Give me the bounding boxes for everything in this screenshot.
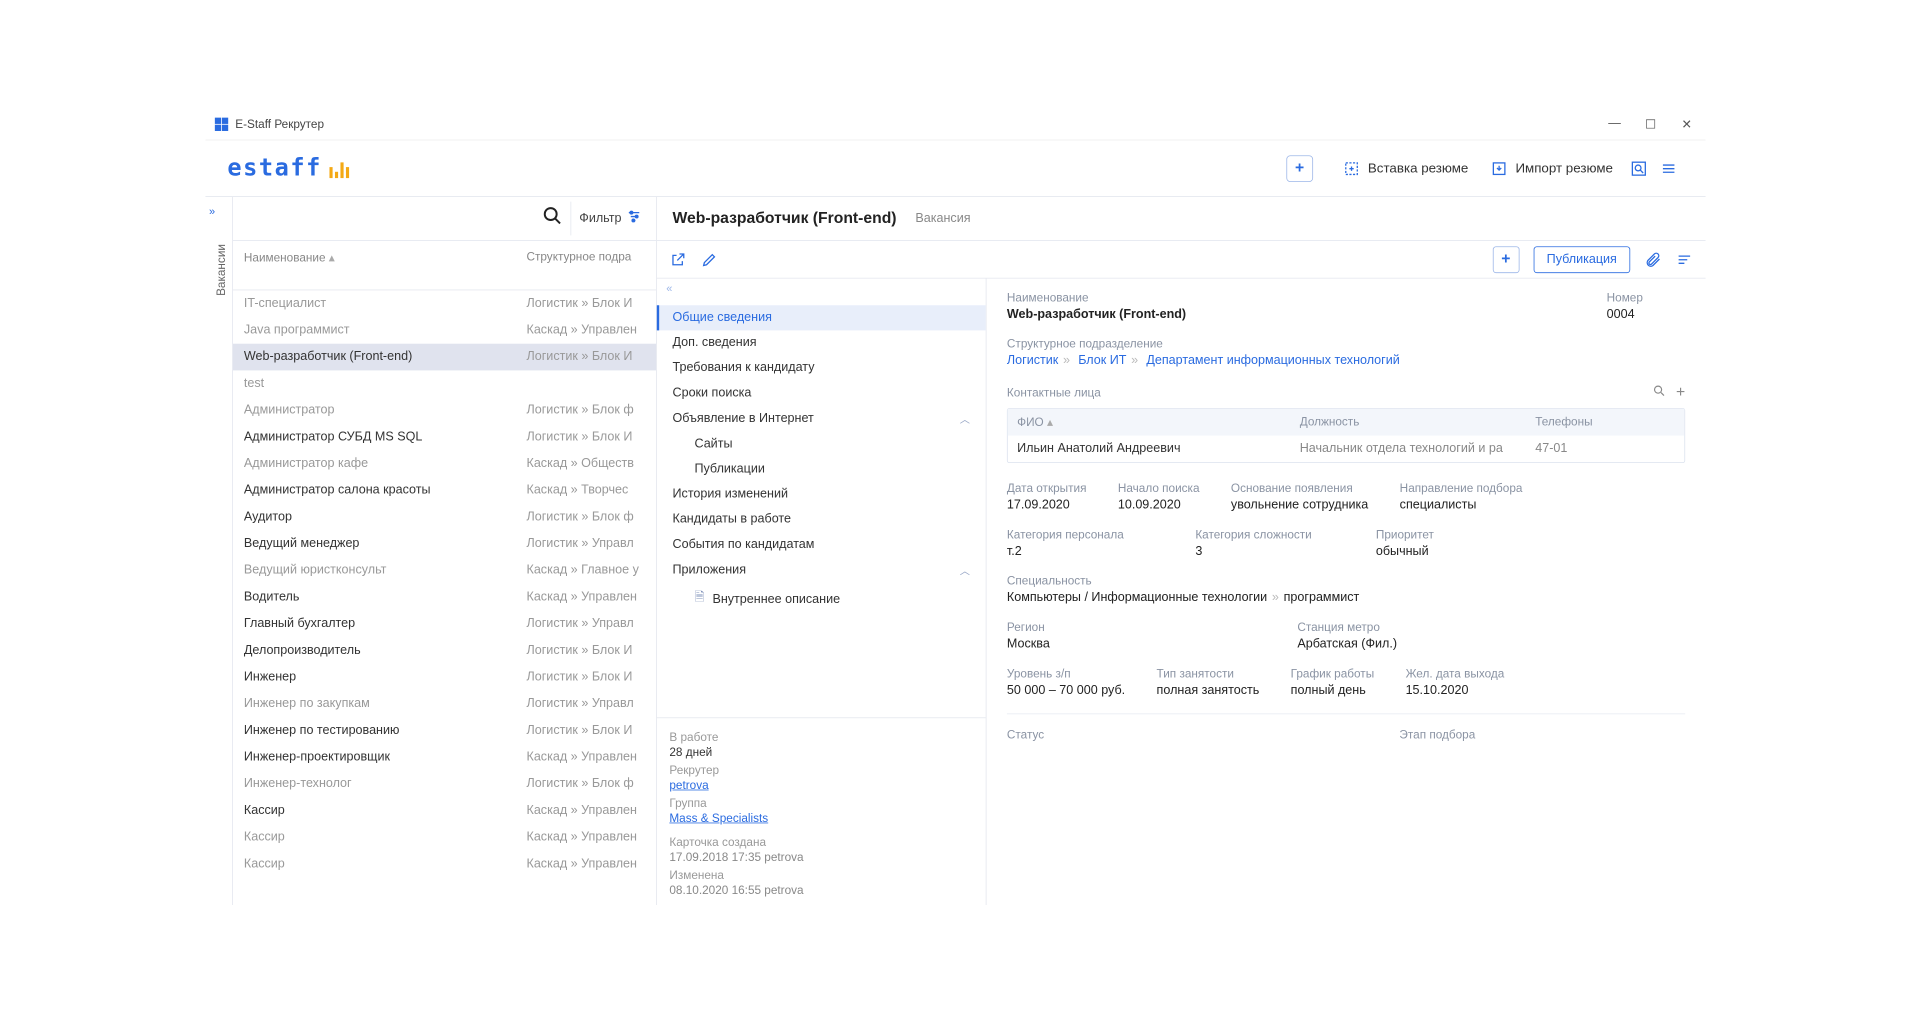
filter-icon [626, 209, 642, 229]
vacancy-row[interactable]: ИнженерЛогистик » Блок И [233, 664, 656, 691]
nav-item[interactable]: Объявление в Интернет︿ [657, 406, 986, 432]
vacancy-row[interactable]: Ведущий юристконсультКаскад » Главное у [233, 557, 656, 584]
contacts-add-icon[interactable]: + [1676, 384, 1685, 402]
import-resume-button[interactable]: Импорт резюме [1479, 155, 1624, 182]
close-button[interactable]: ✕ [1677, 116, 1696, 132]
vacancy-row[interactable]: Администратор СУБД MS SQLЛогистик » Блок… [233, 424, 656, 451]
import-resume-label: Импорт резюме [1515, 160, 1612, 176]
nav-meta: В работе 28 дней Рекрутер petrova Группа… [657, 717, 986, 905]
nav-item[interactable]: Сайты [657, 432, 986, 457]
chevron-up-icon: ︿ [960, 411, 970, 426]
window-titlebar: E-Staff Рекрутер ― ☐ ✕ [205, 109, 1705, 140]
vacancy-number: 0004 [1607, 308, 1686, 322]
vacancy-row[interactable]: Администратор салона красотыКаскад » Тво… [233, 477, 656, 504]
insert-resume-button[interactable]: Вставка резюме [1332, 155, 1480, 182]
logo-text: estaff [227, 155, 321, 182]
group-link[interactable]: Mass & Specialists [669, 812, 973, 825]
list-body: IT-специалистЛогистик » Блок ИJava прогр… [233, 290, 656, 905]
vacancy-row[interactable]: АудиторЛогистик » Блок ф [233, 504, 656, 531]
nav-item[interactable]: 🗎Внутреннее описание [657, 583, 986, 615]
nav-item[interactable]: Требования к кандидату [657, 355, 986, 380]
ct-col-pos[interactable]: Должность [1300, 415, 1536, 429]
nav-item[interactable]: Сроки поиска [657, 381, 986, 406]
vacancy-row[interactable]: test [233, 370, 656, 397]
col-dept[interactable]: Структурное подра [526, 250, 645, 264]
vacancy-row[interactable]: ВодительКаскад » Управлен [233, 584, 656, 611]
search-advanced-icon [1630, 160, 1647, 177]
logo-bars-icon [330, 159, 350, 178]
vacancy-list-pane: Фильтр Наименование ▴ Структурное подра … [233, 197, 657, 905]
collapse-nav-icon[interactable]: « [657, 279, 986, 303]
open-external-icon[interactable] [669, 251, 686, 268]
nav-item[interactable]: Доп. сведения [657, 330, 986, 355]
publish-button[interactable]: Публикация [1533, 246, 1630, 273]
vacancy-name: Web-разработчик (Front-end) [1007, 308, 1575, 322]
vacancy-row[interactable]: КассирКаскад » Управлен [233, 851, 656, 878]
detail-title: Web-разработчик (Front-end) [673, 209, 897, 227]
ct-col-tel[interactable]: Телефоны [1535, 415, 1675, 429]
vacancy-row[interactable]: Ведущий менеджерЛогистик » Управл [233, 531, 656, 558]
detail-add-button[interactable]: + [1493, 246, 1520, 273]
vacancy-row[interactable]: Инженер по закупкамЛогистик » Управл [233, 691, 656, 718]
contact-row[interactable]: Ильин Анатолий Андреевич Начальник отдел… [1008, 436, 1685, 463]
insert-resume-label: Вставка резюме [1368, 160, 1468, 176]
vacancy-row[interactable]: Java программистКаскад » Управлен [233, 317, 656, 344]
insert-resume-icon [1343, 160, 1360, 177]
sidebar-collapsed[interactable]: » Вакансии [205, 197, 232, 905]
edit-icon[interactable] [701, 251, 718, 268]
nav-item[interactable]: Общие сведения [657, 305, 986, 330]
vacancy-row[interactable]: КассирКаскад » Управлен [233, 797, 656, 824]
document-icon: 🗎 [694, 589, 704, 610]
nav-tree: Общие сведенияДоп. сведенияТребования к … [657, 302, 986, 717]
sidebar-tab-label: Вакансии [215, 244, 228, 296]
app-icon [215, 117, 229, 131]
import-resume-icon [1490, 160, 1507, 177]
contacts-table: ФИО ▴ Должность Телефоны Ильин Анатолий … [1007, 408, 1685, 463]
vacancy-row[interactable]: АдминистраторЛогистик » Блок ф [233, 397, 656, 424]
vacancy-row[interactable]: Главный бухгалтерЛогистик » Управл [233, 611, 656, 638]
detail-nav-pane: « Общие сведенияДоп. сведенияТребования … [657, 279, 987, 905]
detail-toolbar: + Публикация [657, 241, 1706, 279]
topbar: estaff + Вставка резюме Импорт резюме [205, 140, 1705, 197]
list-header: Наименование ▴ Структурное подра [233, 241, 656, 290]
menu-button[interactable] [1654, 155, 1684, 182]
recruiter-link[interactable]: petrova [669, 779, 973, 792]
minimize-button[interactable]: ― [1605, 116, 1624, 132]
add-button[interactable]: + [1286, 155, 1313, 182]
nav-item[interactable]: Приложения︿ [657, 557, 986, 583]
advanced-search-button[interactable] [1624, 155, 1654, 182]
search-icon[interactable] [542, 206, 562, 232]
lines-icon[interactable] [1676, 251, 1693, 268]
menu-icon [1660, 160, 1677, 177]
ct-col-fio[interactable]: ФИО ▴ [1017, 415, 1300, 429]
chevron-up-icon: ︿ [960, 563, 970, 578]
col-name[interactable]: Наименование ▴ [244, 250, 527, 264]
detail-info-pane: Наименование Web-разработчик (Front-end)… [987, 279, 1706, 905]
dept-breadcrumb: Логистик» Блок ИТ» Департамент информаци… [1007, 354, 1685, 368]
search-input[interactable] [244, 212, 542, 225]
vacancy-row[interactable]: ДелопроизводительЛогистик » Блок И [233, 637, 656, 664]
nav-item[interactable]: Кандидаты в работе [657, 507, 986, 532]
vacancy-row[interactable]: Web-разработчик (Front-end)Логистик » Бл… [233, 344, 656, 371]
nav-item[interactable]: События по кандидатам [657, 532, 986, 557]
detail-subtitle: Вакансия [915, 211, 970, 225]
filter-label: Фильтр [579, 211, 621, 225]
vacancy-row[interactable]: КассирКаскад » Управлен [233, 824, 656, 851]
nav-item[interactable]: Публикации [657, 457, 986, 482]
filter-button[interactable]: Фильтр [571, 202, 650, 236]
vacancy-row[interactable]: Администратор кафеКаскад » Обществ [233, 450, 656, 477]
attachment-icon[interactable] [1644, 251, 1661, 268]
vacancy-row[interactable]: IT-специалистЛогистик » Блок И [233, 290, 656, 317]
maximize-button[interactable]: ☐ [1641, 116, 1660, 132]
nav-item[interactable]: История изменений [657, 482, 986, 507]
vacancy-row[interactable]: Инженер-технологЛогистик » Блок ф [233, 771, 656, 798]
vacancy-row[interactable]: Инженер-проектировщикКаскад » Управлен [233, 744, 656, 771]
contacts-search-icon[interactable] [1652, 384, 1666, 402]
expand-sidebar-icon: » [209, 205, 215, 218]
window-title: E-Staff Рекрутер [235, 118, 324, 131]
detail-header: Web-разработчик (Front-end) Вакансия [657, 197, 1706, 241]
vacancy-row[interactable]: Инженер по тестированиюЛогистик » Блок И [233, 717, 656, 744]
